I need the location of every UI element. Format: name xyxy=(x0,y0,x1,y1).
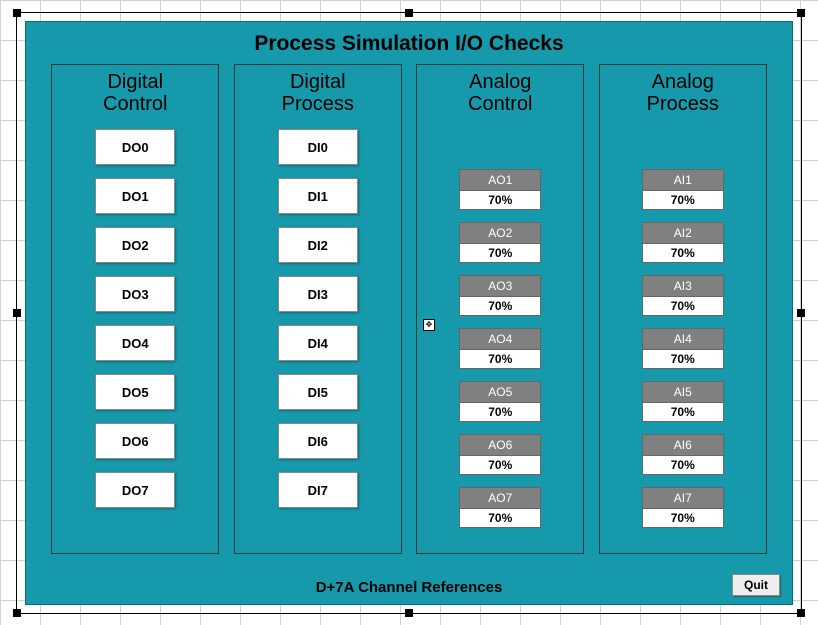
analog-label: AO1 xyxy=(459,169,541,190)
do3-button[interactable]: DO3 xyxy=(95,276,175,312)
ai3-indicator[interactable]: AI370% xyxy=(642,275,724,316)
analog-control-column: Analog Control AO170% AO270% AO370% AO47… xyxy=(416,64,584,554)
di5-button[interactable]: DI5 xyxy=(278,374,358,410)
header-line2: Process xyxy=(647,93,719,115)
ai2-indicator[interactable]: AI270% xyxy=(642,222,724,263)
analog-label: AI4 xyxy=(642,328,724,349)
analog-label: AO2 xyxy=(459,222,541,243)
analog-label: AI2 xyxy=(642,222,724,243)
do5-button[interactable]: DO5 xyxy=(95,374,175,410)
digital-process-column: Digital Process DI0 DI1 DI2 DI3 DI4 DI5 … xyxy=(234,64,402,554)
ao2-indicator[interactable]: AO270% xyxy=(459,222,541,263)
resize-handle-ml[interactable] xyxy=(13,309,21,317)
analog-value: 70% xyxy=(459,243,541,263)
quit-button[interactable]: Quit xyxy=(732,574,780,596)
analog-label: AI7 xyxy=(642,487,724,508)
do4-button[interactable]: DO4 xyxy=(95,325,175,361)
analog-label: AO5 xyxy=(459,381,541,402)
ao5-indicator[interactable]: AO570% xyxy=(459,381,541,422)
analog-label: AO4 xyxy=(459,328,541,349)
analog-value: 70% xyxy=(642,243,724,263)
resize-handle-bl[interactable] xyxy=(13,609,21,617)
analog-label: AI5 xyxy=(642,381,724,402)
analog-value: 70% xyxy=(459,349,541,369)
di6-button[interactable]: DI6 xyxy=(278,423,358,459)
analog-label: AI1 xyxy=(642,169,724,190)
column-header: Digital Control xyxy=(52,71,218,115)
analog-value: 70% xyxy=(459,402,541,422)
analog-control-items: AO170% AO270% AO370% AO470% AO570% AO670… xyxy=(417,127,583,528)
resize-handle-tr[interactable] xyxy=(797,9,805,17)
analog-process-items: AI170% AI270% AI370% AI470% AI570% AI670… xyxy=(600,127,766,528)
header-line1: Analog xyxy=(652,71,714,93)
analog-label: AO7 xyxy=(459,487,541,508)
resize-handle-br[interactable] xyxy=(797,609,805,617)
footer-label: D+7A Channel References xyxy=(26,579,792,596)
ai7-indicator[interactable]: AI770% xyxy=(642,487,724,528)
ao3-indicator[interactable]: AO370% xyxy=(459,275,541,316)
digital-control-items: DO0 DO1 DO2 DO3 DO4 DO5 DO6 DO7 xyxy=(52,127,218,508)
ao7-indicator[interactable]: AO770% xyxy=(459,487,541,528)
analog-value: 70% xyxy=(642,190,724,210)
header-line2: Control xyxy=(103,93,167,115)
column-header: Analog Control xyxy=(417,71,583,115)
column-header: Analog Process xyxy=(600,71,766,115)
resize-handle-tl[interactable] xyxy=(13,9,21,17)
column-header: Digital Process xyxy=(235,71,401,115)
di2-button[interactable]: DI2 xyxy=(278,227,358,263)
analog-label: AO3 xyxy=(459,275,541,296)
di0-button[interactable]: DI0 xyxy=(278,129,358,165)
ai4-indicator[interactable]: AI470% xyxy=(642,328,724,369)
resize-handle-tm[interactable] xyxy=(405,9,413,17)
analog-value: 70% xyxy=(642,455,724,475)
ai5-indicator[interactable]: AI570% xyxy=(642,381,724,422)
header-line2: Process xyxy=(282,93,354,115)
analog-value: 70% xyxy=(459,190,541,210)
analog-value: 70% xyxy=(642,296,724,316)
header-line1: Analog xyxy=(469,71,531,93)
ao6-indicator[interactable]: AO670% xyxy=(459,434,541,475)
do2-button[interactable]: DO2 xyxy=(95,227,175,263)
main-panel: Process Simulation I/O Checks Digital Co… xyxy=(25,21,793,605)
analog-value: 70% xyxy=(459,296,541,316)
ai1-indicator[interactable]: AI170% xyxy=(642,169,724,210)
analog-value: 70% xyxy=(459,455,541,475)
resize-handle-mr[interactable] xyxy=(797,309,805,317)
analog-value: 70% xyxy=(642,349,724,369)
analog-value: 70% xyxy=(642,508,724,528)
analog-label: AI3 xyxy=(642,275,724,296)
selection-frame[interactable]: Process Simulation I/O Checks Digital Co… xyxy=(16,12,802,614)
digital-process-items: DI0 DI1 DI2 DI3 DI4 DI5 DI6 DI7 xyxy=(235,127,401,508)
do1-button[interactable]: DO1 xyxy=(95,178,175,214)
analog-value: 70% xyxy=(642,402,724,422)
do0-button[interactable]: DO0 xyxy=(95,129,175,165)
ao1-indicator[interactable]: AO170% xyxy=(459,169,541,210)
analog-value: 70% xyxy=(459,508,541,528)
do7-button[interactable]: DO7 xyxy=(95,472,175,508)
columns-container: Digital Control DO0 DO1 DO2 DO3 DO4 DO5 … xyxy=(26,64,792,554)
digital-control-column: Digital Control DO0 DO1 DO2 DO3 DO4 DO5 … xyxy=(51,64,219,554)
di1-button[interactable]: DI1 xyxy=(278,178,358,214)
ai6-indicator[interactable]: AI670% xyxy=(642,434,724,475)
di4-button[interactable]: DI4 xyxy=(278,325,358,361)
analog-label: AI6 xyxy=(642,434,724,455)
move-icon[interactable] xyxy=(423,319,435,331)
analog-process-column: Analog Process AI170% AI270% AI370% AI47… xyxy=(599,64,767,554)
do6-button[interactable]: DO6 xyxy=(95,423,175,459)
di3-button[interactable]: DI3 xyxy=(278,276,358,312)
panel-title: Process Simulation I/O Checks xyxy=(26,22,792,64)
header-line1: Digital xyxy=(107,71,163,93)
header-line2: Control xyxy=(468,93,532,115)
analog-label: AO6 xyxy=(459,434,541,455)
resize-handle-bm[interactable] xyxy=(405,609,413,617)
ao4-indicator[interactable]: AO470% xyxy=(459,328,541,369)
di7-button[interactable]: DI7 xyxy=(278,472,358,508)
header-line1: Digital xyxy=(290,71,346,93)
